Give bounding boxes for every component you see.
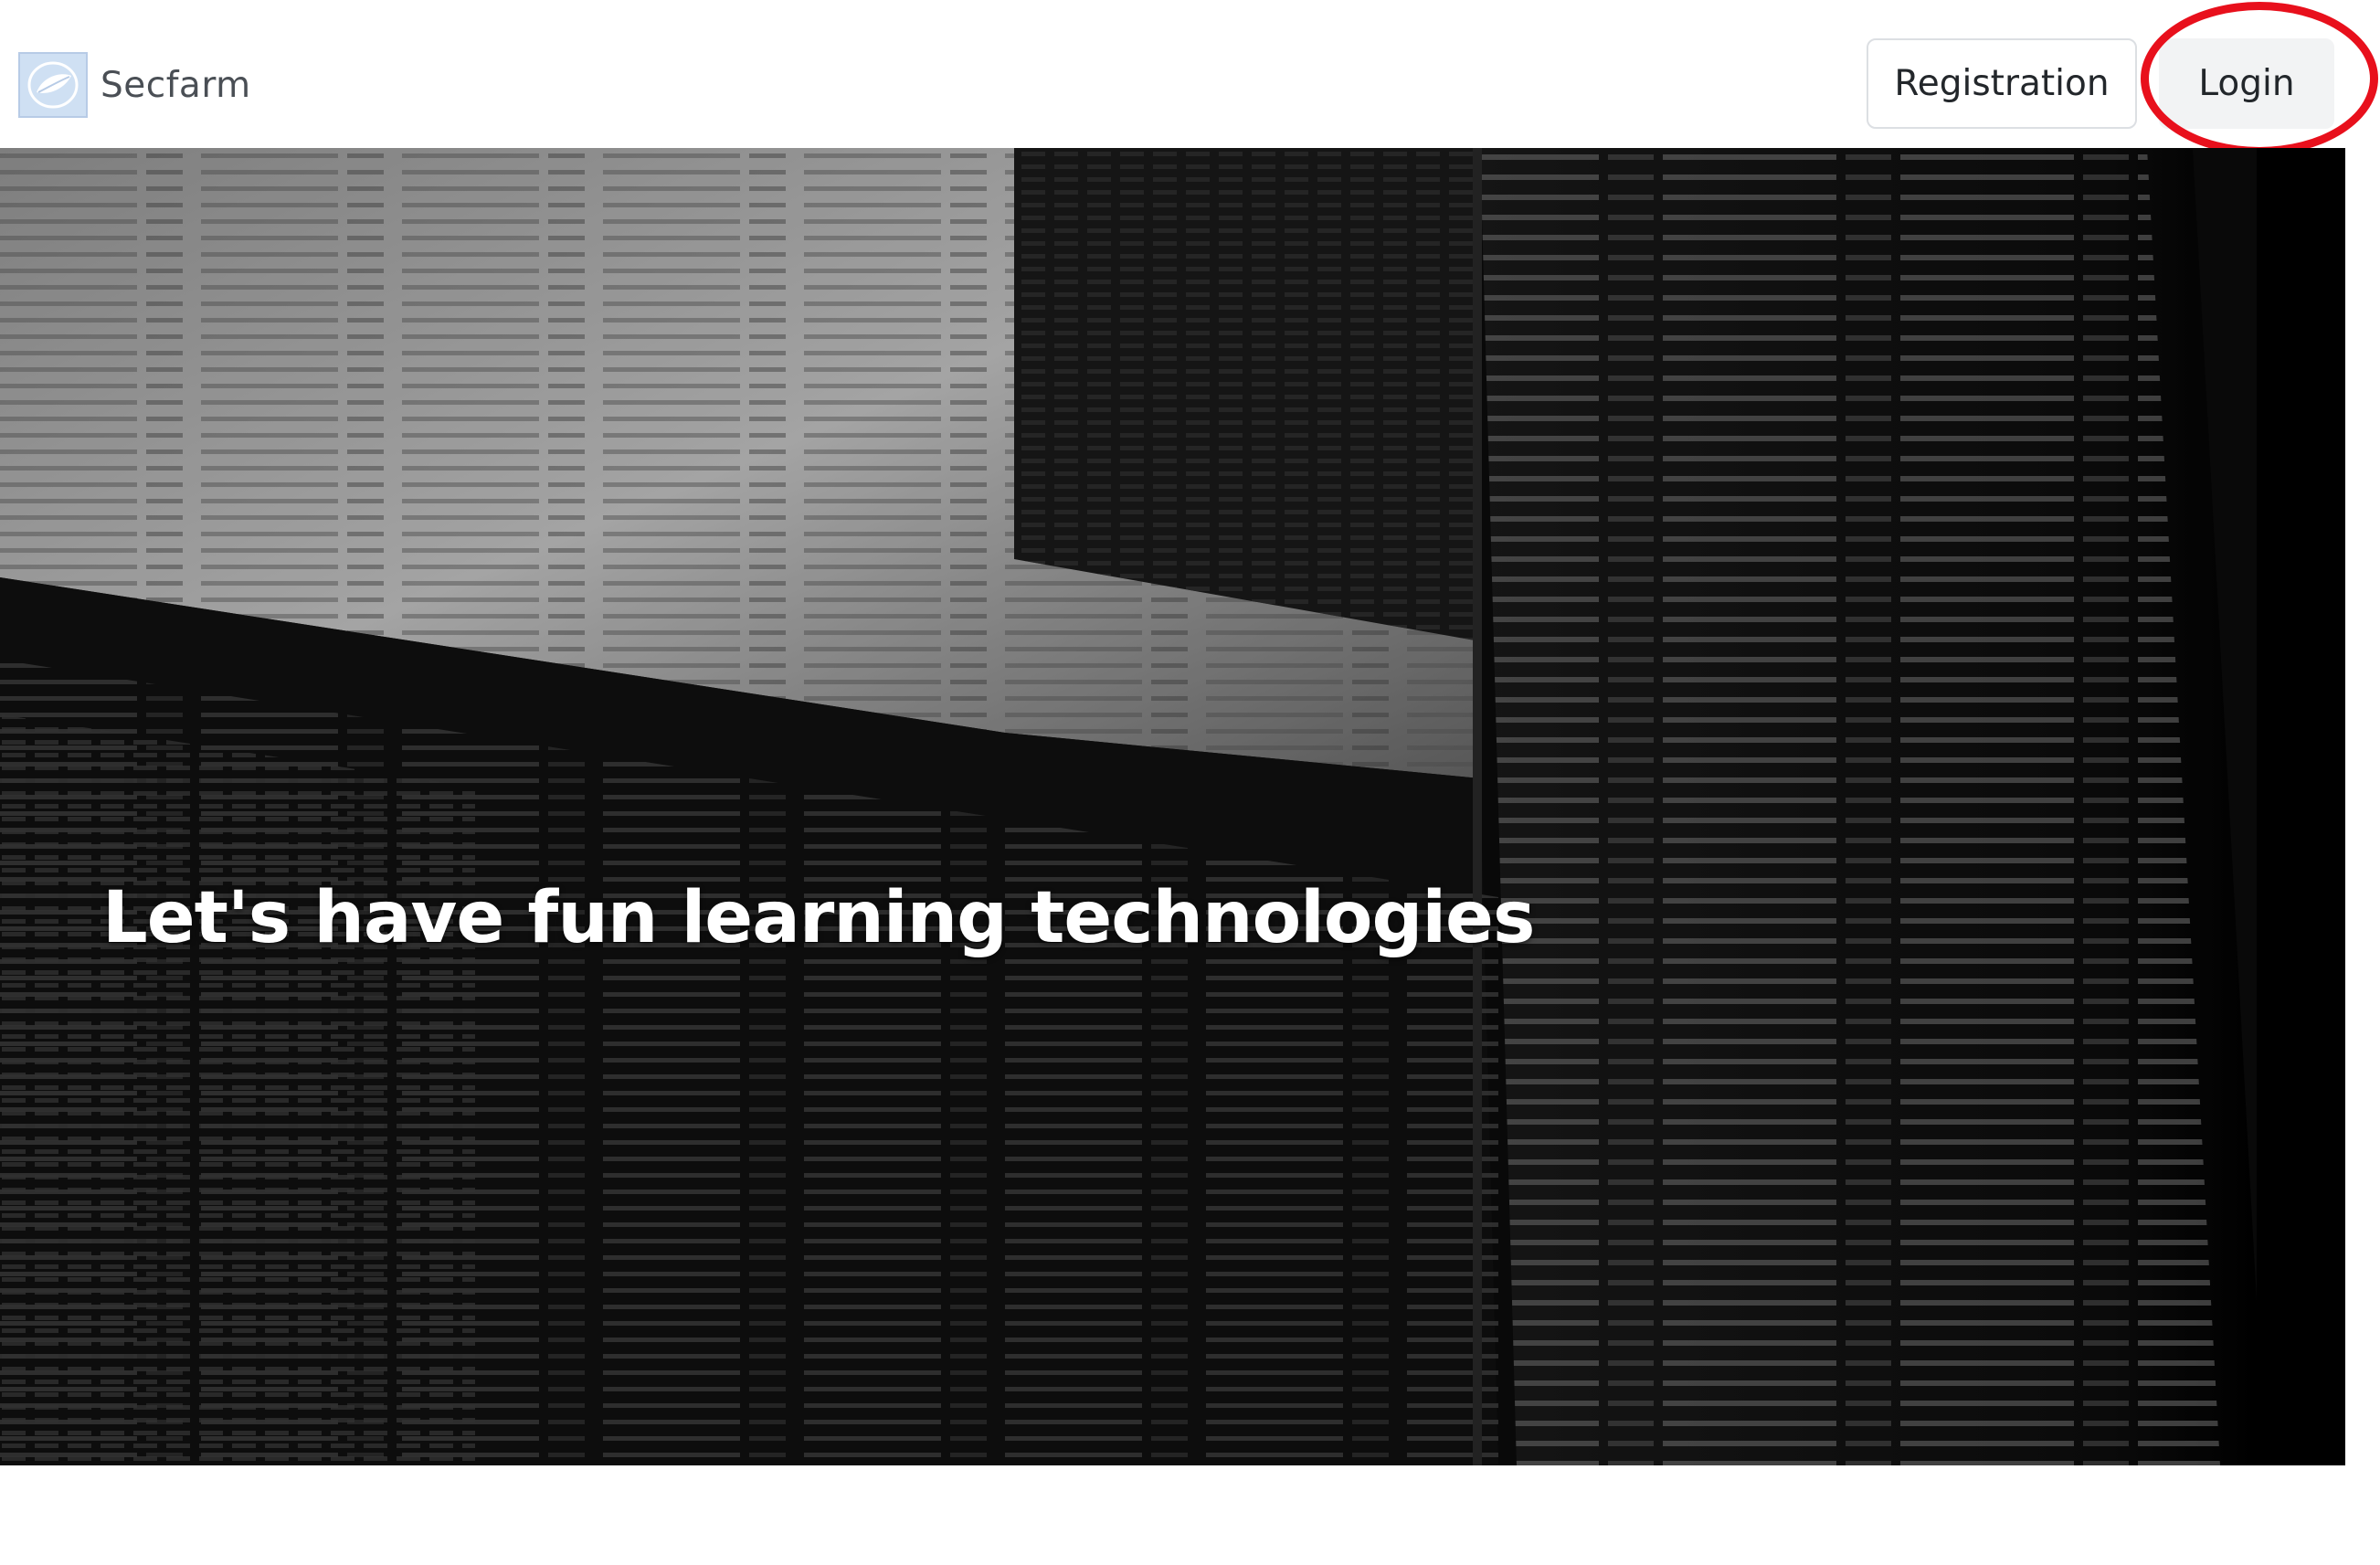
page: Secfarm Registration Login Let's have fu…: [0, 0, 2380, 1565]
brand-link[interactable]: Secfarm: [18, 50, 251, 120]
brand-name: Secfarm: [100, 64, 251, 106]
registration-button[interactable]: Registration: [1867, 38, 2137, 129]
login-button[interactable]: Login: [2159, 38, 2334, 129]
hero-title: Let's have fun learning technologies: [102, 877, 1535, 959]
hero-background-image: [0, 148, 2345, 1465]
leaf-logo-icon: [18, 52, 88, 118]
navbar: Secfarm Registration Login: [0, 0, 2380, 155]
hero-banner: Let's have fun learning technologies: [0, 148, 2345, 1465]
